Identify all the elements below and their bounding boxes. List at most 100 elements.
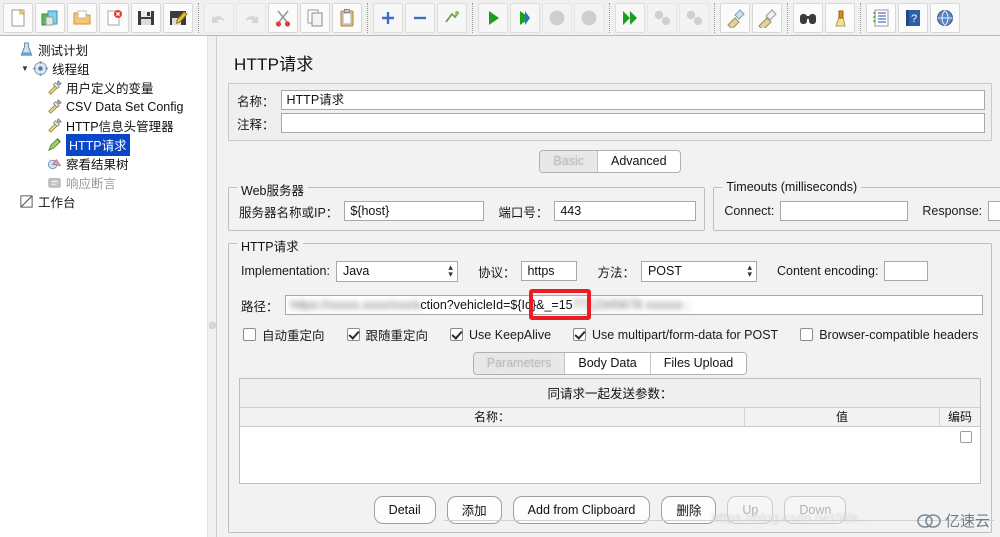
http-request-editor: HTTP请求 名称： HTTP请求 注释： Basic Advanced Web服… bbox=[218, 36, 1000, 537]
splitter-knob[interactable] bbox=[209, 322, 216, 329]
implementation-select[interactable]: Java bbox=[335, 260, 458, 282]
tab-advanced[interactable]: Advanced bbox=[597, 151, 680, 172]
path-visible-text: ction?vehicleId=${Id}&_=15 bbox=[420, 298, 573, 312]
response-label: Response: bbox=[922, 204, 983, 218]
collapse-all-button[interactable] bbox=[405, 2, 435, 33]
tree-item-view-results-tree[interactable]: 察看结果树 bbox=[0, 154, 207, 173]
tree-item-label: 用户定义的变量 bbox=[66, 82, 154, 96]
tab-parameters[interactable]: Parameters bbox=[473, 353, 566, 374]
test-plan-tree[interactable]: 测试计划 ▼ 线程组用户定义的变量 CSV Data Set Config HTTP信息… bbox=[0, 36, 207, 537]
tree-item-csv-data-set-config[interactable]: CSV Data Set Config bbox=[0, 97, 207, 116]
checkbox-use-keepalive-label: Use KeepAlive bbox=[469, 327, 552, 342]
toolbar-group-edit bbox=[203, 2, 363, 34]
path-input[interactable]: https://xxxxx.xxxx/xxx/action?vehicleId=… bbox=[284, 295, 983, 315]
path-label: 路径： bbox=[241, 299, 279, 314]
tree-twisty-expanded-icon[interactable]: ▼ bbox=[18, 64, 32, 73]
tree-item-test-plan[interactable]: 测试计划 bbox=[0, 40, 207, 59]
parameters-table-body[interactable] bbox=[240, 427, 980, 483]
remote-start-all-button[interactable] bbox=[615, 2, 645, 33]
copy-button[interactable] bbox=[300, 2, 330, 33]
cut-button[interactable] bbox=[268, 2, 298, 33]
tree-item-http-request[interactable]: HTTP请求 bbox=[0, 133, 207, 156]
clear-button[interactable] bbox=[720, 2, 750, 33]
method-label: 方法： bbox=[597, 265, 635, 280]
tab-basic[interactable]: Basic bbox=[540, 151, 598, 172]
shutdown-button[interactable] bbox=[574, 2, 604, 33]
checkbox-follow-redirects[interactable] bbox=[346, 328, 360, 341]
toolbar-group-file bbox=[2, 2, 194, 34]
checkbox-auto-redirect[interactable] bbox=[243, 328, 256, 341]
clear-all-button[interactable] bbox=[752, 2, 782, 33]
start-no-pauses-button[interactable] bbox=[510, 2, 540, 33]
view-results-tree-icon bbox=[46, 156, 63, 171]
function-helper-button[interactable] bbox=[866, 2, 896, 33]
protocol-input[interactable]: https bbox=[521, 261, 578, 281]
implementation-label: Implementation: bbox=[241, 264, 330, 278]
protocol-label: 协议： bbox=[477, 265, 516, 280]
parameters-table-header: 名称： 值 编码 bbox=[240, 408, 980, 427]
content-encoding-label: Content encoding: bbox=[776, 264, 879, 278]
tab-body-data[interactable]: Body Data bbox=[565, 353, 651, 374]
name-input[interactable]: HTTP请求 bbox=[280, 90, 985, 110]
column-header-value: 值 bbox=[745, 408, 940, 426]
save-button[interactable] bbox=[131, 2, 161, 33]
toolbar-separator bbox=[860, 2, 861, 33]
tree-item-label: 响应断言 bbox=[66, 177, 117, 191]
connect-input[interactable] bbox=[780, 201, 909, 221]
checkbox-use-multipart[interactable] bbox=[573, 328, 587, 341]
response-input[interactable] bbox=[988, 201, 1000, 221]
toggle-button[interactable] bbox=[437, 2, 467, 33]
search-button[interactable] bbox=[793, 2, 823, 33]
reset-search-button[interactable] bbox=[825, 2, 855, 33]
redo-button[interactable] bbox=[236, 2, 266, 33]
content-encoding-input[interactable] bbox=[884, 261, 929, 281]
undo-button[interactable] bbox=[204, 2, 234, 33]
port-input[interactable]: 443 bbox=[554, 201, 697, 221]
checkbox-auto-redirect-label: 自动重定向 bbox=[262, 329, 325, 343]
toolbar-group-help: ? bbox=[865, 2, 961, 34]
assertion-icon bbox=[46, 175, 63, 190]
expand-all-button[interactable] bbox=[373, 2, 403, 33]
site-logo: 亿速云 bbox=[917, 510, 990, 531]
save-as-button[interactable] bbox=[163, 2, 193, 33]
row-encode-checkbox[interactable] bbox=[960, 431, 972, 443]
new-button[interactable] bbox=[3, 2, 33, 33]
name-row: 名称： HTTP请求 bbox=[229, 89, 991, 111]
open-button[interactable] bbox=[67, 2, 97, 33]
tree-item-thread-group[interactable]: ▼ 线程组 bbox=[0, 59, 207, 78]
column-header-name: 名称： bbox=[240, 408, 745, 426]
remote-shutdown-all-button[interactable] bbox=[679, 2, 709, 33]
tree-item-user-defined-variables[interactable]: 用户定义的变量 bbox=[0, 78, 207, 97]
extra-button[interactable] bbox=[930, 2, 960, 33]
close-button[interactable] bbox=[99, 2, 129, 33]
logo-text: 亿速云 bbox=[944, 513, 990, 530]
checkbox-use-keepalive[interactable] bbox=[450, 328, 464, 341]
help-button[interactable]: ? bbox=[898, 2, 928, 33]
top-tabstrip: Basic Advanced bbox=[226, 150, 994, 173]
start-button[interactable] bbox=[478, 2, 508, 33]
tree-item-label: 工作台 bbox=[38, 196, 76, 210]
detail-button[interactable]: Detail bbox=[373, 496, 436, 524]
tree-item-workbench[interactable]: 工作台 bbox=[0, 192, 207, 211]
toolbar-group-search bbox=[792, 2, 856, 34]
method-select[interactable]: POST bbox=[640, 260, 757, 282]
workbench-icon bbox=[18, 194, 35, 209]
tab-files-upload[interactable]: Files Upload bbox=[650, 353, 747, 374]
svg-text:?: ? bbox=[911, 13, 917, 25]
tree-item-response-assertion[interactable]: 响应断言 bbox=[0, 173, 207, 192]
server-input[interactable]: ${host} bbox=[344, 201, 485, 221]
tree-item-http-header-manager[interactable]: HTTP信息头管理器 bbox=[0, 116, 207, 135]
tree-item-label: CSV Data Set Config bbox=[66, 99, 184, 114]
timeouts-group-title: Timeouts (milliseconds) bbox=[722, 180, 862, 194]
checkbox-browser-compatible-headers[interactable] bbox=[800, 328, 814, 341]
toolbar-separator bbox=[609, 2, 610, 33]
paste-button[interactable] bbox=[332, 2, 362, 33]
path-suffix-redacted: 7712345678 xxxxxx ; bbox=[572, 298, 691, 312]
http-request-group: HTTP请求 Implementation: Java ▴ ▾ 协议： https… bbox=[228, 236, 992, 533]
stop-button[interactable] bbox=[542, 2, 572, 33]
tree-item-label: HTTP请求 bbox=[66, 133, 130, 156]
templates-button[interactable] bbox=[35, 2, 65, 33]
remote-stop-all-button[interactable] bbox=[647, 2, 677, 33]
comment-input[interactable] bbox=[280, 113, 985, 133]
pane-splitter[interactable] bbox=[207, 36, 217, 537]
